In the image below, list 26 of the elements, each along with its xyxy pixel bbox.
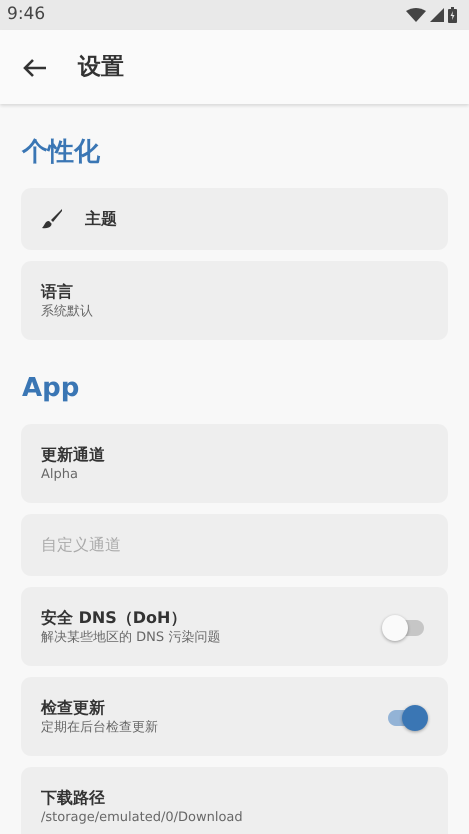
settings-item[interactable]: 安全 DNS（DoH） 解决某些地区的 DNS 污染问题 (21, 587, 448, 666)
item-title: 更新通道 (41, 444, 106, 466)
item-title: 检查更新 (41, 697, 106, 719)
item-subtitle: Alpha (41, 466, 79, 483)
battery-icon (448, 7, 457, 23)
item-title: 语言 (41, 281, 74, 303)
wifi-icon (406, 8, 426, 22)
settings-item[interactable]: 语言 系统默认 (21, 261, 448, 340)
item-title: 安全 DNS（DoH） (41, 607, 188, 629)
status-time: 9:46 (7, 3, 46, 26)
signal-icon (430, 8, 444, 22)
settings-item[interactable]: 更新通道 Alpha (21, 424, 448, 503)
item-subtitle: /storage/emulated/0/Download (41, 809, 244, 826)
settings-item[interactable]: 检查更新 定期在后台检查更新 (21, 677, 448, 756)
item-subtitle: 定期在后台检查更新 (41, 719, 159, 736)
item-title: 主题 (85, 208, 118, 230)
settings-item[interactable]: 主题 (21, 188, 448, 250)
section-title: App (21, 372, 80, 405)
item-subtitle: 解决某些地区的 DNS 污染问题 (41, 629, 222, 646)
item-title: 下载路径 (41, 787, 106, 809)
section-title: 个性化 (20, 136, 101, 169)
page-title: 设置 (78, 52, 124, 82)
brush-icon (41, 208, 63, 230)
settings-item[interactable]: 下载路径 /storage/emulated/0/Download (21, 767, 448, 834)
item-subtitle: 系统默认 (41, 303, 94, 320)
item-title: 自定义通道 (41, 534, 122, 556)
